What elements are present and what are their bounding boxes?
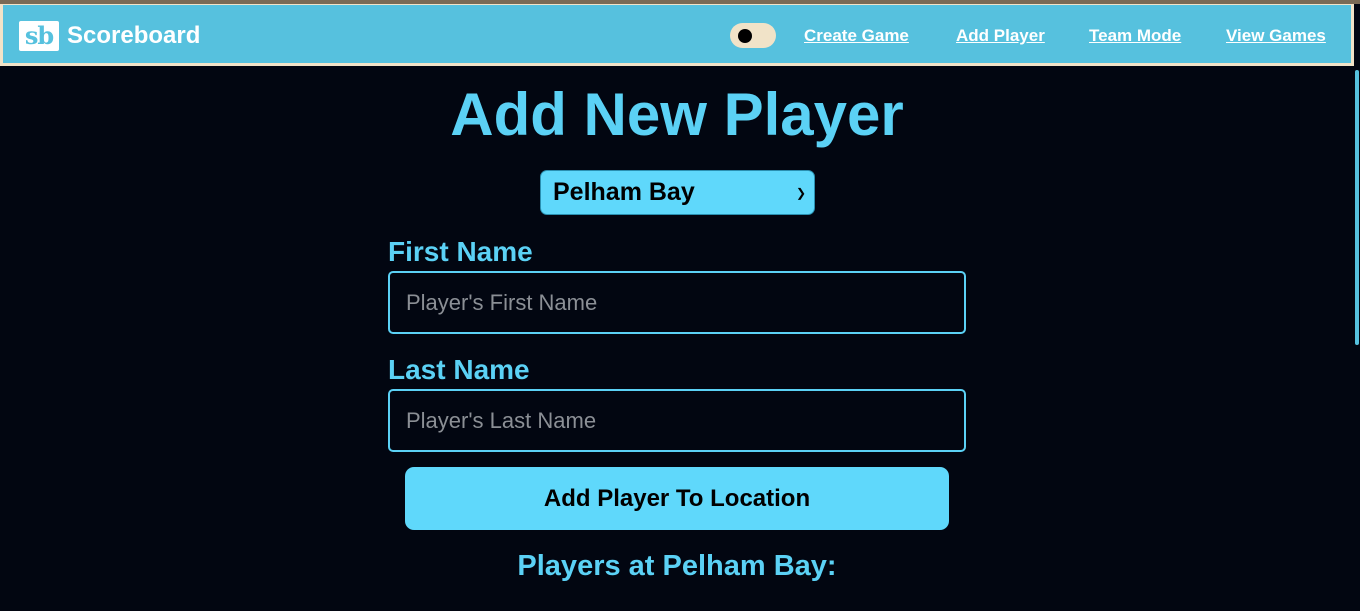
nav-link-add-player[interactable]: Add Player [956,26,1045,46]
navbar: sb Scoreboard Create Game Add Player Tea… [0,4,1354,66]
nav-link-create-game[interactable]: Create Game [804,26,909,46]
toggle-knob-icon [738,29,752,43]
dark-mode-toggle[interactable] [730,23,776,48]
last-name-label: Last Name [388,354,530,385]
scrollbar-thumb[interactable] [1355,70,1359,345]
page-title: Add New Player [450,81,904,148]
add-player-button[interactable]: Add Player To Location [405,467,949,530]
location-select-value: Pelham Bay [553,178,695,206]
chevron-down-icon: ❯ [795,185,806,200]
brand-name: Scoreboard [67,22,201,49]
last-name-input[interactable] [388,389,966,452]
nav-link-view-games[interactable]: View Games [1226,26,1326,46]
brand[interactable]: sb Scoreboard [19,20,200,52]
first-name-input[interactable] [388,271,966,334]
logo-icon: sb [19,21,59,51]
nav-link-team-mode[interactable]: Team Mode [1089,26,1181,46]
players-heading: Players at Pelham Bay: [517,550,837,582]
location-select[interactable]: Pelham Bay ❯ [540,170,815,215]
first-name-label: First Name [388,236,533,267]
